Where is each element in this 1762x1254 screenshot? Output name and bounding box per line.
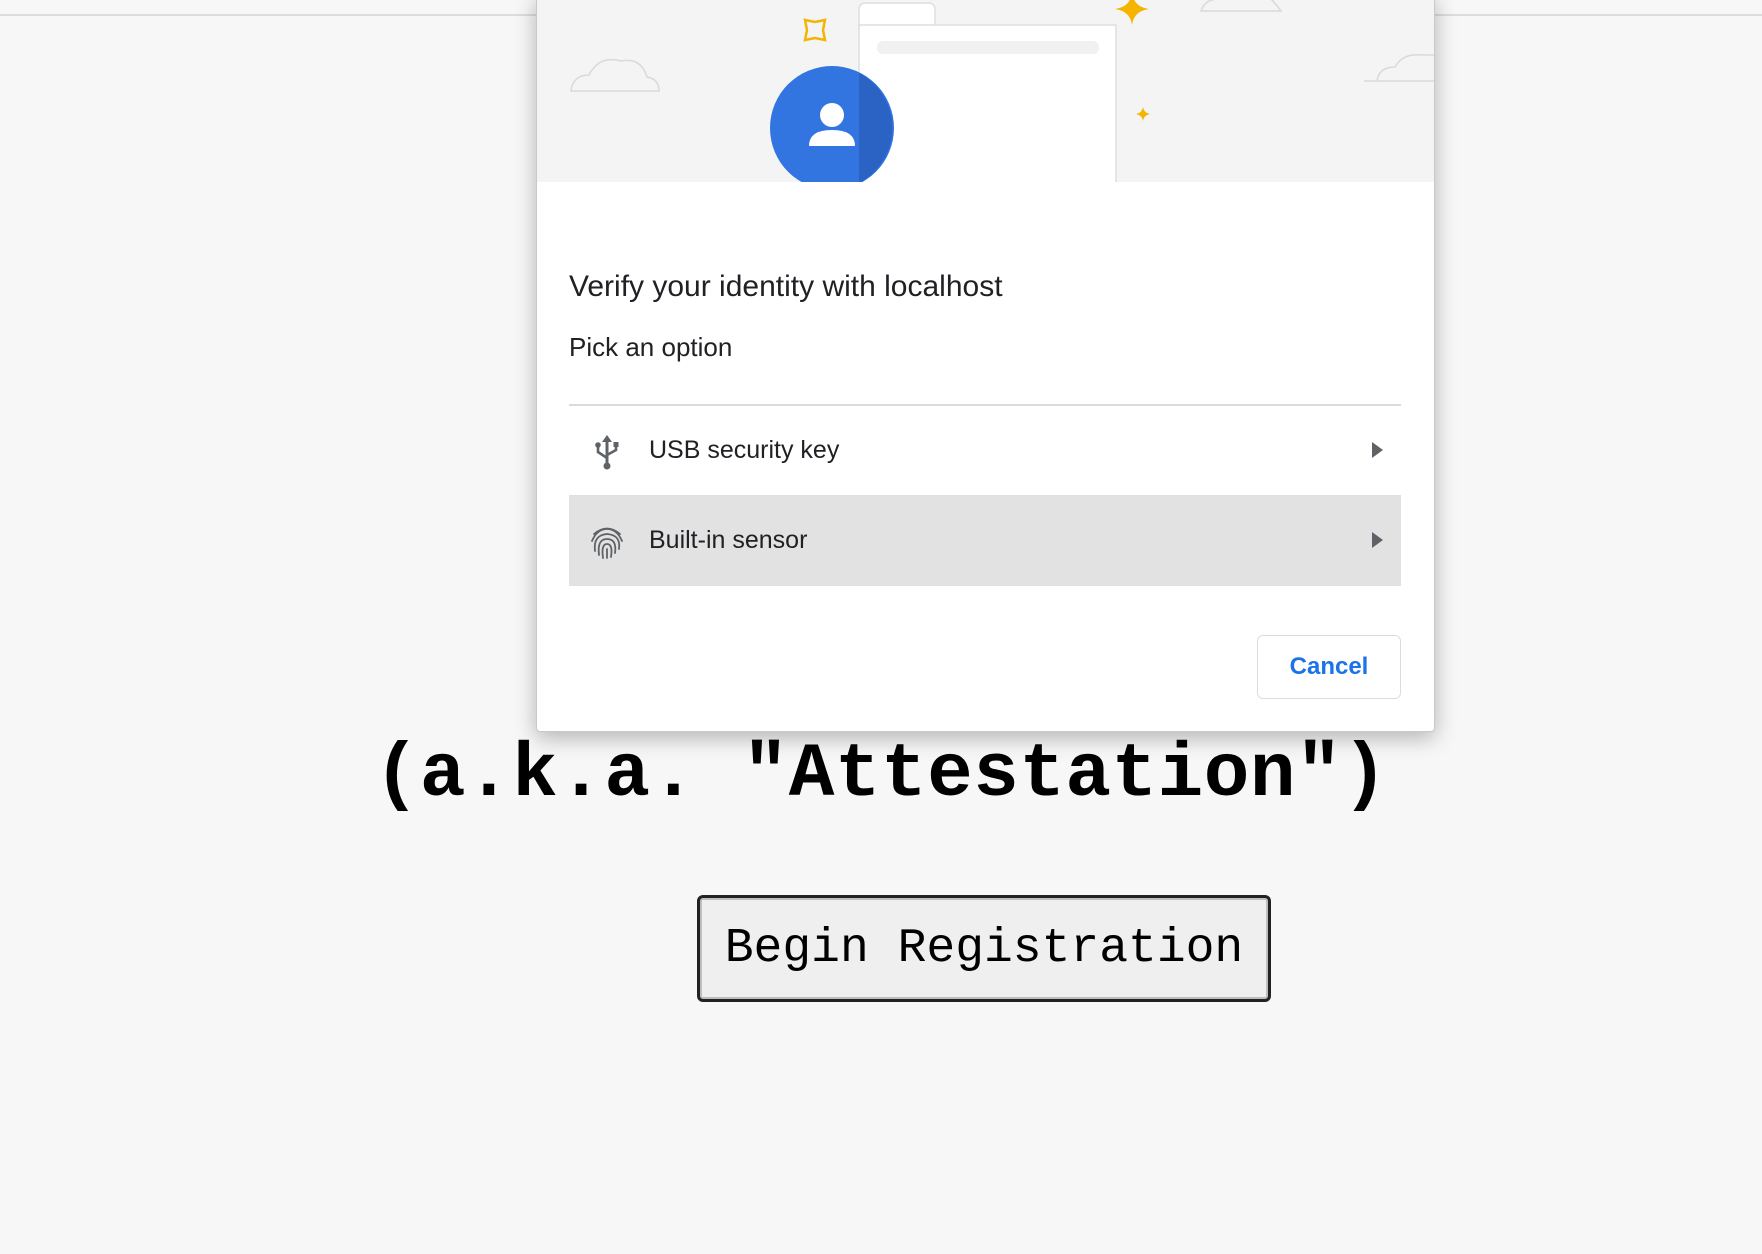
dialog-title: Verify your identity with localhost	[569, 270, 1003, 303]
option-label: USB security key	[649, 436, 840, 464]
option-built-in-sensor[interactable]: Built-in sensor	[569, 496, 1401, 586]
dialog-subtitle: Pick an option	[569, 332, 733, 362]
cloud-icon	[1376, 54, 1434, 82]
webauthn-dialog: Verify your identity with localhost Pick…	[536, 0, 1435, 732]
usb-icon	[595, 435, 619, 470]
chevron-right-icon	[1372, 532, 1383, 548]
identity-illustration	[570, 0, 1434, 182]
cloud-icon	[570, 58, 660, 92]
chevron-right-icon	[1372, 442, 1383, 458]
attestation-heading: (a.k.a. "Attestation")	[373, 732, 1389, 818]
authenticator-option-list: USB security key Built-in sensor	[569, 404, 1401, 586]
sparkle-icon	[803, 18, 827, 42]
option-label: Built-in sensor	[649, 526, 808, 554]
sparkle-icon	[1115, 0, 1149, 25]
begin-registration-button[interactable]: Begin Registration	[697, 895, 1271, 1002]
option-usb-security-key[interactable]: USB security key	[569, 406, 1401, 496]
fingerprint-icon	[591, 527, 623, 559]
cloud-icon	[1199, 0, 1283, 12]
dialog-header-illustration	[537, 0, 1434, 182]
cancel-button[interactable]: Cancel	[1257, 635, 1401, 699]
sparkle-icon	[1136, 107, 1150, 121]
